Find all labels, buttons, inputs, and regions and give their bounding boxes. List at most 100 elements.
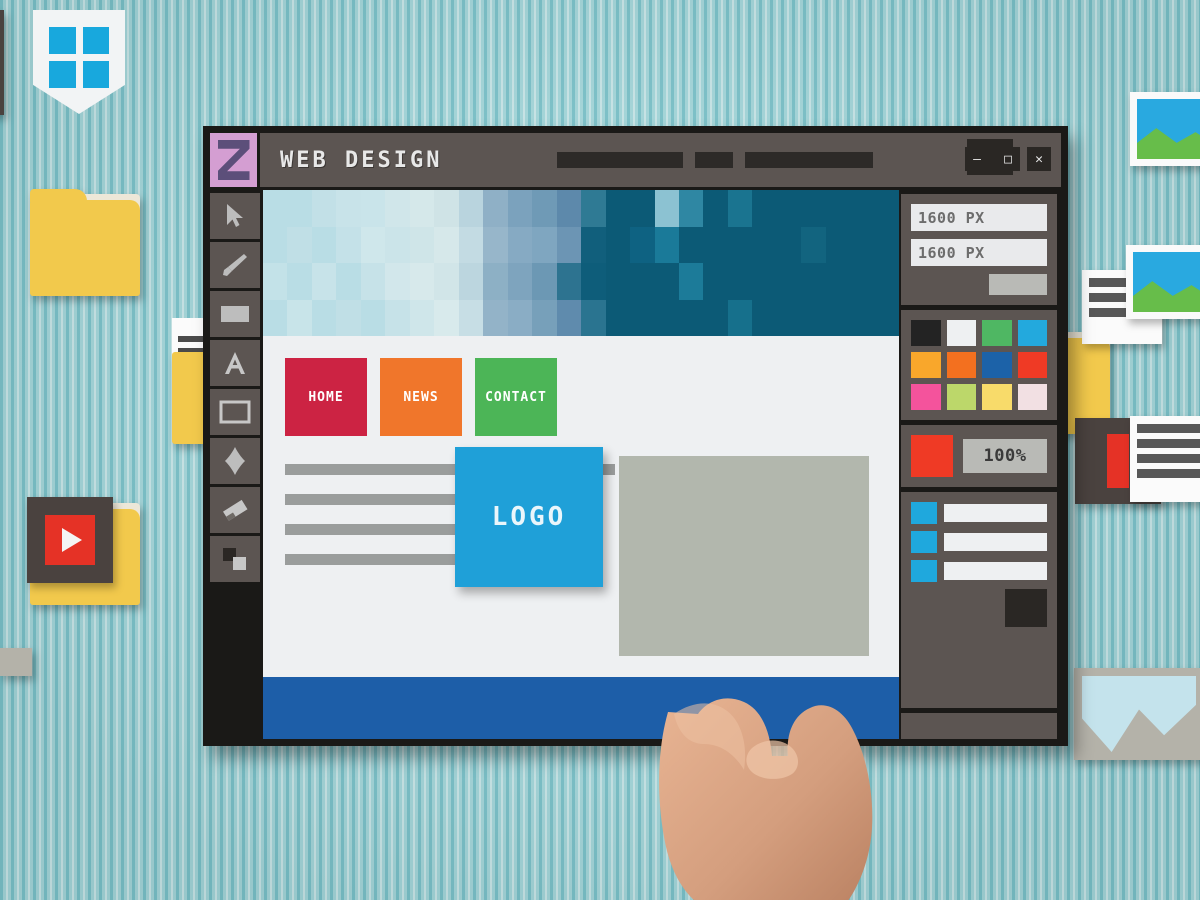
zoom-level-value[interactable]: 100% [963, 439, 1047, 473]
active-color-chip[interactable] [911, 435, 953, 477]
deco-edge-card [0, 10, 4, 115]
deco-corner-card [0, 648, 32, 676]
layer-list[interactable] [911, 502, 1047, 582]
hero-banner [263, 190, 899, 336]
hero-pixel [532, 299, 557, 336]
hero-pixel [507, 190, 533, 227]
color-swatch[interactable] [1017, 320, 1047, 346]
hero-pixel-column [263, 190, 288, 336]
apply-button[interactable] [989, 274, 1047, 295]
color-swatch[interactable] [911, 384, 941, 410]
menu-item-2[interactable] [695, 152, 734, 168]
hero-pixel [385, 263, 410, 300]
hero-pixel [874, 190, 899, 227]
hero-pixel [385, 190, 410, 227]
color-swatch[interactable] [946, 320, 976, 346]
hero-pixel [727, 190, 753, 227]
hero-pixel-column [727, 190, 753, 336]
window-controls[interactable]: – □ ✕ [965, 147, 1051, 171]
hero-pixel-column [825, 190, 851, 336]
hero-pixel [483, 190, 508, 227]
hero-pixel [630, 190, 655, 227]
hero-pixel [581, 190, 606, 227]
hero-pixel [409, 226, 435, 263]
menu-item-1[interactable] [557, 152, 684, 168]
tool-palette[interactable] [210, 190, 260, 739]
height-input[interactable]: 1600 PX [911, 239, 1047, 266]
hero-pixel [385, 226, 410, 263]
hero-pixel [263, 190, 288, 227]
select-tool[interactable] [210, 193, 260, 239]
image-placeholder-block [619, 456, 869, 656]
hero-pixel-column [287, 190, 312, 336]
two-squares-tool[interactable] [210, 536, 260, 582]
layer-name-bar[interactable] [944, 562, 1047, 580]
zoom-panel[interactable]: 100% [901, 425, 1057, 487]
eraser-tool[interactable] [210, 487, 260, 533]
color-swatch[interactable] [982, 352, 1012, 378]
hero-pixel-column [532, 190, 557, 336]
image-placeholder-icon-2 [1126, 245, 1200, 319]
hero-pixel [360, 190, 386, 227]
hero-pixel-column [654, 190, 679, 336]
color-swatch[interactable] [1017, 384, 1047, 410]
close-button[interactable]: ✕ [1027, 147, 1051, 171]
color-swatch[interactable] [911, 352, 941, 378]
hero-pixel-column [409, 190, 435, 336]
color-swatch[interactable] [982, 320, 1012, 346]
hero-pixel-column [336, 190, 361, 336]
color-swatch[interactable] [946, 352, 976, 378]
color-swatch-grid[interactable] [911, 320, 1047, 410]
logo-card[interactable]: LOGO [455, 447, 603, 587]
site-nav[interactable]: HOME NEWS CONTACT [285, 358, 557, 436]
layer-row[interactable] [911, 560, 1047, 582]
layer-name-bar[interactable] [944, 504, 1047, 522]
hero-pixel [874, 226, 899, 263]
hero-pixel [458, 263, 484, 300]
hero-pixel [703, 190, 728, 227]
nav-button-home[interactable]: HOME [285, 358, 367, 436]
hero-pixel [776, 299, 802, 336]
layer-color-swatch[interactable] [911, 560, 937, 582]
filled-rectangle-tool[interactable] [210, 291, 260, 337]
inspector-panel[interactable]: 1600 PX 1600 PX 100% [901, 190, 1061, 739]
nav-button-contact[interactable]: CONTACT [475, 358, 557, 436]
layers-panel[interactable] [901, 492, 1057, 708]
minimize-button[interactable]: – [965, 147, 989, 171]
layer-row[interactable] [911, 531, 1047, 553]
layer-row[interactable] [911, 502, 1047, 524]
color-swatch[interactable] [911, 320, 941, 346]
color-palette-panel[interactable] [901, 310, 1057, 420]
layer-name-bar[interactable] [944, 533, 1047, 551]
hero-pixel-column [507, 190, 533, 336]
hero-pixel [458, 299, 484, 336]
hero-pixel-column [850, 190, 875, 336]
hero-pixel [483, 226, 508, 263]
color-swatch[interactable] [946, 384, 976, 410]
hero-pixel [311, 190, 337, 227]
color-swatch[interactable] [1017, 352, 1047, 378]
hero-pixel [581, 263, 606, 300]
hero-pixel [752, 299, 777, 336]
hero-pixel [630, 226, 655, 263]
brush-tool[interactable] [210, 242, 260, 288]
rectangle-outline-tool[interactable] [210, 389, 260, 435]
hero-pixel [532, 226, 557, 263]
app-window: WEB DESIGN – □ ✕ HOME NEWS CONTACT 1600 … [203, 126, 1068, 746]
layer-color-swatch[interactable] [911, 502, 937, 524]
layer-options-button[interactable] [1005, 589, 1047, 627]
size-panel[interactable]: 1600 PX 1600 PX [901, 194, 1057, 305]
width-input[interactable]: 1600 PX [911, 204, 1047, 231]
menu-item-3[interactable] [745, 152, 874, 168]
text-tool[interactable] [210, 340, 260, 386]
hero-pixel [556, 226, 582, 263]
nav-button-news[interactable]: NEWS [380, 358, 462, 436]
maximize-button[interactable]: □ [996, 147, 1020, 171]
hero-pixel [434, 226, 459, 263]
hero-pixel [336, 190, 361, 227]
layer-color-swatch[interactable] [911, 531, 937, 553]
menu-bar[interactable] [557, 152, 874, 168]
list-document-icon-2 [1130, 416, 1200, 502]
color-swatch[interactable] [982, 384, 1012, 410]
diamond-tool[interactable] [210, 438, 260, 484]
